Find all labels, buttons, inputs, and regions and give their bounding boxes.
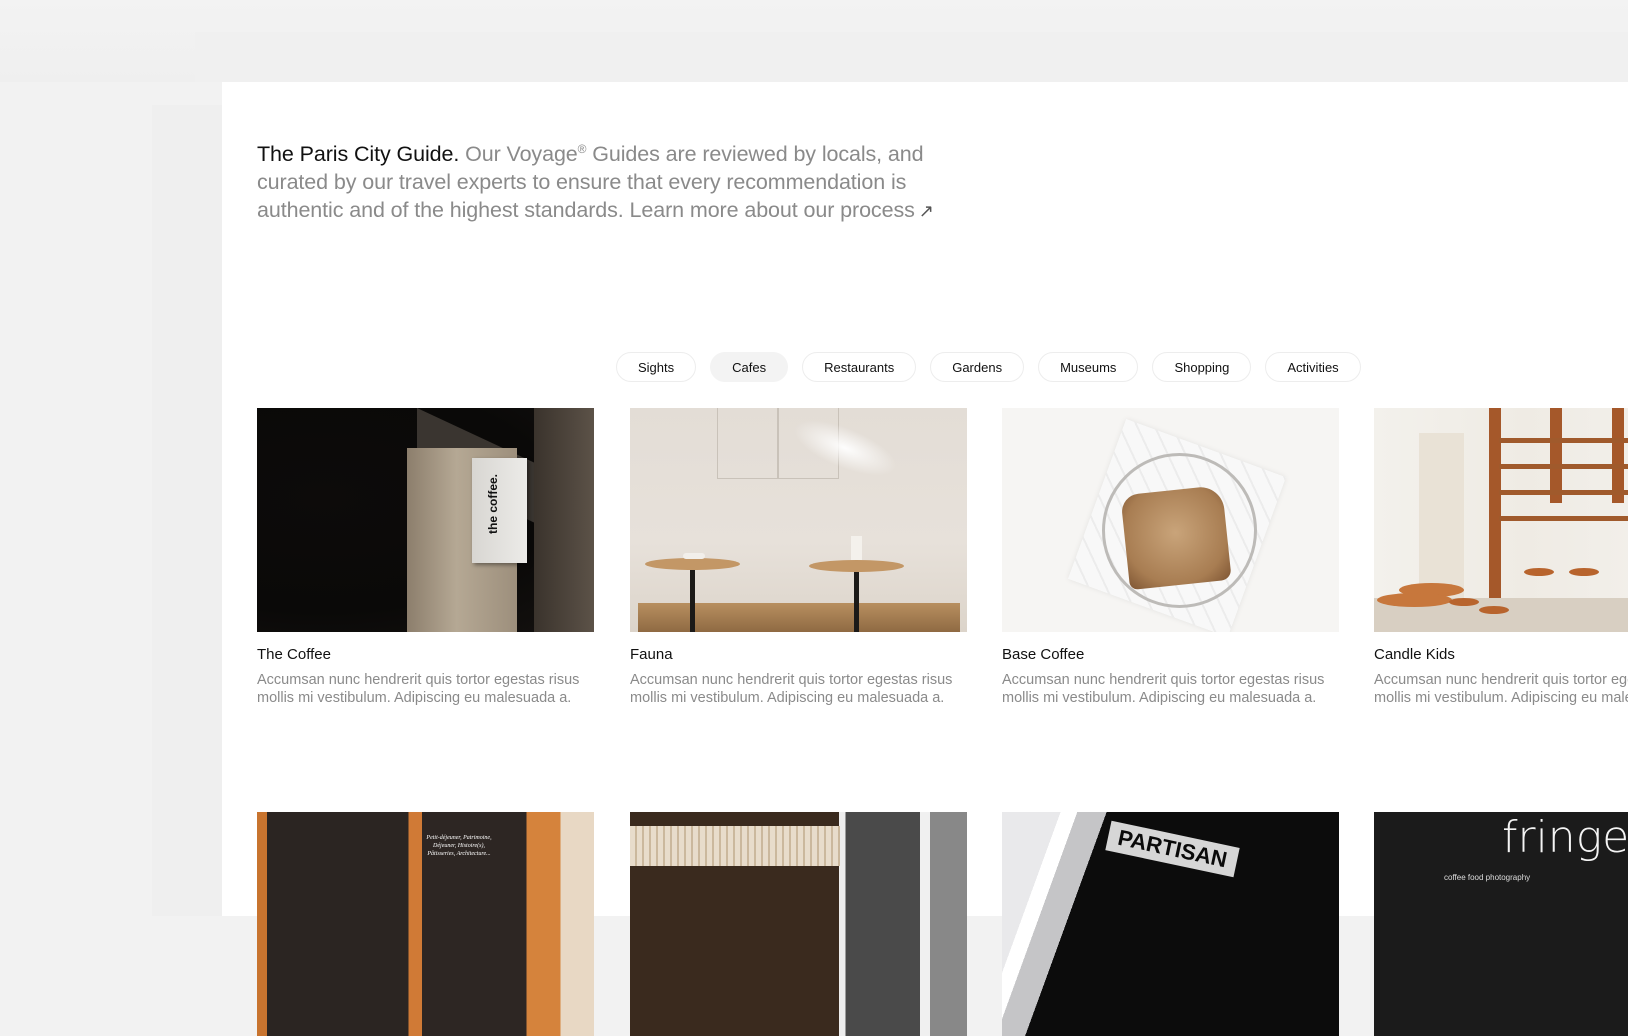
image-detail [1479,606,1509,614]
intro-text: Our Voyage [459,142,578,166]
image-detail [1550,408,1562,503]
image-detail [1489,408,1501,598]
backdrop-shape [152,105,222,916]
place-description: Accumsan nunc hendrerit quis tortor eges… [257,671,602,707]
image-sign-text: PARTISAN [1105,820,1240,878]
description-line: mollis mi vestibulum. Adipiscing eu male… [630,690,945,706]
place-title[interactable]: Base Coffee [1002,646,1339,663]
description-line: mollis mi vestibulum. Adipiscing eu male… [257,690,572,706]
image-detail [534,408,594,632]
filter-restaurants[interactable]: Restaurants [802,352,917,382]
image-detail [1569,568,1599,576]
filter-sights[interactable]: Sights [616,352,697,382]
place-card[interactable]: Petit-déjeuner, Patrimoine, Déjeuner, Hi… [257,812,594,1036]
learn-more-label: Learn more about our process [629,198,915,222]
place-description: Accumsan nunc hendrerit quis tortor eges… [1374,671,1628,707]
place-image[interactable]: fringe coffee food photography [1374,812,1628,1036]
place-card[interactable]: Fauna Accumsan nunc hendrerit quis torto… [630,408,967,707]
image-detail [645,558,740,570]
description-line: mollis mi vestibulum. Adipiscing eu male… [1374,690,1628,706]
image-detail [1120,484,1232,591]
guide-page: The Paris City Guide. Our Voyage® Guides… [222,82,1628,1036]
image-detail [854,568,859,632]
image-sign-text: the coffee. [486,473,500,534]
image-detail [1419,433,1464,598]
image-detail [717,408,779,479]
place-image[interactable] [630,812,967,1036]
place-title[interactable]: Fauna [630,646,967,663]
place-card[interactable]: PARTISAN [1002,812,1339,1036]
image-window-text: Petit-déjeuner, Patrimoine, Déjeuner, Hi… [426,835,492,857]
place-image[interactable] [630,408,967,632]
description-line: Accumsan nunc hendrerit quis tortor eges… [257,672,580,688]
description-line: Accumsan nunc hendrerit quis tortor eges… [630,672,953,688]
image-detail [809,560,904,572]
image-detail: the coffee. [472,458,527,563]
image-logo-subtext: coffee food photography [1444,873,1531,882]
place-title[interactable]: The Coffee [257,646,594,663]
place-image[interactable]: PARTISAN [1002,812,1339,1036]
image-detail [683,553,705,559]
place-image[interactable] [1002,408,1339,632]
arrow-up-right-icon: ↗ [918,201,934,221]
place-image[interactable]: Petit-déjeuner, Patrimoine, Déjeuner, Hi… [257,812,594,1036]
image-detail [1499,516,1628,521]
intro-paragraph: The Paris City Guide. Our Voyage® Guides… [257,140,977,225]
image-detail [851,536,862,560]
image-detail [630,826,840,866]
image-detail [1499,490,1628,495]
filter-activities[interactable]: Activities [1265,352,1361,382]
place-title[interactable]: Candle Kids [1374,646,1628,663]
image-detail [1612,408,1624,503]
image-detail [1499,464,1628,469]
guide-title: The Paris City Guide. [257,142,460,166]
image-detail [1499,438,1628,443]
place-card[interactable]: Candle Kids Accumsan nunc hendrerit quis… [1374,408,1628,707]
place-image[interactable] [1374,408,1628,632]
place-card[interactable]: fringe coffee food photography [1374,812,1628,1036]
image-detail [690,568,695,632]
filter-gardens[interactable]: Gardens [930,352,1025,382]
image-detail [1377,593,1452,607]
filter-shopping[interactable]: Shopping [1152,352,1252,382]
place-card[interactable]: Base Coffee Accumsan nunc hendrerit quis… [1002,408,1339,707]
description-line: Accumsan nunc hendrerit quis tortor eges… [1374,672,1628,688]
place-description: Accumsan nunc hendrerit quis tortor eges… [1002,671,1347,707]
filter-museums[interactable]: Museums [1038,352,1139,382]
description-line: mollis mi vestibulum. Adipiscing eu male… [1002,690,1317,706]
learn-more-link[interactable]: Learn more about our process ↗ [630,198,934,222]
image-detail [1449,598,1479,606]
image-detail [638,603,960,632]
place-card[interactable]: the coffee. The Coffee Accumsan nunc hen… [257,408,594,707]
backdrop-shape [195,32,1628,82]
description-line: Accumsan nunc hendrerit quis tortor eges… [1002,672,1325,688]
image-logo-text: fringe [1502,812,1628,863]
image-detail [1524,568,1554,576]
place-card[interactable] [630,812,967,1036]
place-description: Accumsan nunc hendrerit quis tortor eges… [630,671,975,707]
place-image[interactable]: the coffee. [257,408,594,632]
filter-cafes[interactable]: Cafes [710,352,789,382]
category-filters: Sights Cafes Restaurants Gardens Museums… [616,352,1361,382]
